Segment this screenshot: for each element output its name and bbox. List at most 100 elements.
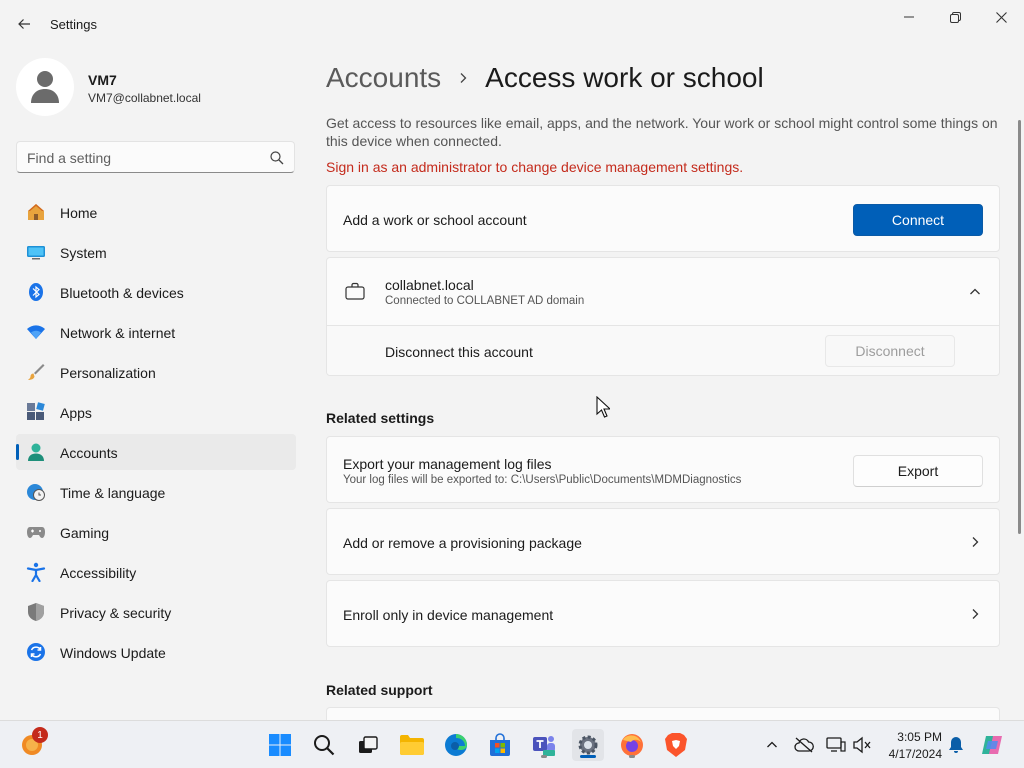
export-logs-path: Your log files will be exported to: C:\U…: [343, 474, 742, 486]
start-button[interactable]: [264, 729, 296, 761]
brave-button[interactable]: [660, 729, 692, 761]
sidebar-item-personalization[interactable]: Personalization: [16, 354, 296, 390]
app-title: Settings: [50, 17, 97, 32]
clock-time[interactable]: 3:05 PM: [884, 730, 942, 744]
settings-app-button[interactable]: [572, 729, 604, 761]
bluetooth-icon: [29, 283, 43, 301]
notification-badge: 1: [32, 727, 48, 743]
accounts-icon: [28, 443, 44, 461]
back-arrow-icon: [18, 19, 30, 29]
taskbar: 1 3:05 PM 4/17/2024: [0, 720, 1024, 768]
sidebar-item-time-language[interactable]: Time & language: [16, 474, 296, 510]
connect-button[interactable]: Connect: [853, 204, 983, 236]
add-account-label: Add a work or school account: [343, 212, 527, 228]
shield-icon: [28, 603, 44, 621]
sidebar-item-home[interactable]: Home: [16, 194, 296, 230]
sidebar-item-apps[interactable]: Apps: [16, 394, 296, 430]
restore-icon: [949, 11, 961, 23]
search-box[interactable]: [16, 141, 295, 173]
network-icon: [826, 737, 846, 752]
sidebar-item-system[interactable]: System: [16, 234, 296, 270]
minimize-icon: [904, 16, 914, 18]
sidebar-item-gaming[interactable]: Gaming: [16, 514, 296, 550]
edge-button[interactable]: [440, 729, 472, 761]
folder-icon: [400, 735, 424, 755]
back-button[interactable]: [8, 10, 40, 38]
update-icon: [27, 643, 45, 661]
sidebar-item-bluetooth[interactable]: Bluetooth & devices: [16, 274, 296, 310]
page-title: Access work or school: [485, 62, 764, 93]
account-expander: collabnet.local Connected to COLLABNET A…: [326, 257, 1000, 376]
show-hidden-icons-button[interactable]: [762, 735, 782, 755]
edge-icon: [445, 734, 467, 756]
chevron-up-icon[interactable]: [969, 286, 981, 298]
network-tray-button[interactable]: [826, 735, 846, 755]
scrollbar-thumb[interactable]: [1018, 120, 1021, 534]
disconnect-button[interactable]: Disconnect: [825, 335, 955, 367]
account-expander-header[interactable]: collabnet.local Connected to COLLABNET A…: [327, 258, 999, 325]
clock-date[interactable]: 4/17/2024: [876, 747, 942, 761]
file-explorer-button[interactable]: [396, 729, 428, 761]
provisioning-package-label: Add or remove a provisioning package: [343, 535, 582, 551]
close-button[interactable]: [978, 4, 1024, 30]
chevron-right-icon: [972, 537, 979, 547]
provisioning-package-link[interactable]: Add or remove a provisioning package: [326, 508, 1000, 575]
sidebar-item-accounts[interactable]: Accounts: [16, 434, 296, 470]
globe-clock-icon: [27, 484, 45, 501]
search-icon: [314, 735, 335, 756]
notifications-button[interactable]: [946, 735, 966, 755]
volume-muted-icon: [853, 736, 871, 754]
store-button[interactable]: [484, 729, 516, 761]
title-bar: Settings: [0, 0, 1024, 48]
active-app-indicator: [580, 755, 596, 758]
wifi-icon: [27, 325, 45, 339]
teams-button[interactable]: [528, 729, 560, 761]
briefcase-icon: [345, 282, 365, 300]
close-icon: [995, 11, 1007, 23]
brush-icon: [28, 364, 45, 380]
weather-widget[interactable]: 1: [16, 727, 48, 761]
mouse-cursor-icon: [596, 396, 610, 418]
related-support-heading: Related support: [326, 682, 433, 698]
user-profile[interactable]: VM7 VM7@collabnet.local: [16, 58, 296, 118]
account-name: collabnet.local: [385, 277, 474, 293]
volume-tray-button[interactable]: [852, 735, 872, 755]
profile-name: VM7: [88, 72, 117, 88]
firefox-button[interactable]: [616, 729, 648, 761]
page-description: Get access to resources like email, apps…: [326, 115, 998, 149]
restore-button[interactable]: [932, 4, 978, 30]
copilot-icon: [982, 736, 1002, 754]
brave-icon: [665, 733, 687, 757]
disconnect-label: Disconnect this account: [385, 344, 533, 360]
enroll-device-management-label: Enroll only in device management: [343, 607, 554, 623]
related-support-card: [326, 707, 1000, 721]
export-logs-title: Export your management log files: [343, 456, 552, 472]
taskbar-search-button[interactable]: [308, 729, 340, 761]
sidebar-item-windows-update[interactable]: Windows Update: [16, 634, 296, 670]
running-indicator: [541, 755, 547, 758]
add-account-card: Add a work or school account Connect: [326, 185, 1000, 252]
disconnect-row: Disconnect this account Disconnect: [327, 326, 999, 375]
gamepad-icon: [27, 527, 45, 538]
cloud-offline-icon: [794, 737, 814, 753]
export-button[interactable]: Export: [853, 455, 983, 487]
copilot-button[interactable]: [980, 735, 1004, 755]
breadcrumb-parent-link[interactable]: Accounts: [326, 62, 441, 94]
search-input[interactable]: [27, 148, 267, 168]
export-logs-card: Export your management log files Your lo…: [326, 436, 1000, 503]
enroll-device-management-link[interactable]: Enroll only in device management: [326, 580, 1000, 647]
sidebar-item-network[interactable]: Network & internet: [16, 314, 296, 350]
chevron-up-icon: [767, 741, 777, 748]
minimize-button[interactable]: [886, 4, 932, 30]
chevron-right-icon: [460, 73, 467, 83]
gear-icon: [578, 735, 598, 755]
search-icon[interactable]: [269, 150, 285, 166]
admin-warning: Sign in as an administrator to change de…: [326, 159, 744, 175]
sidebar-item-accessibility[interactable]: Accessibility: [16, 554, 296, 590]
breadcrumb: Accounts Access work or school: [326, 58, 764, 98]
sidebar-nav: Home System Bluetooth & devices Network …: [16, 194, 296, 674]
home-icon: [28, 204, 44, 220]
task-view-button[interactable]: [352, 729, 384, 761]
onedrive-tray-button[interactable]: [794, 735, 814, 755]
sidebar-item-privacy[interactable]: Privacy & security: [16, 594, 296, 630]
